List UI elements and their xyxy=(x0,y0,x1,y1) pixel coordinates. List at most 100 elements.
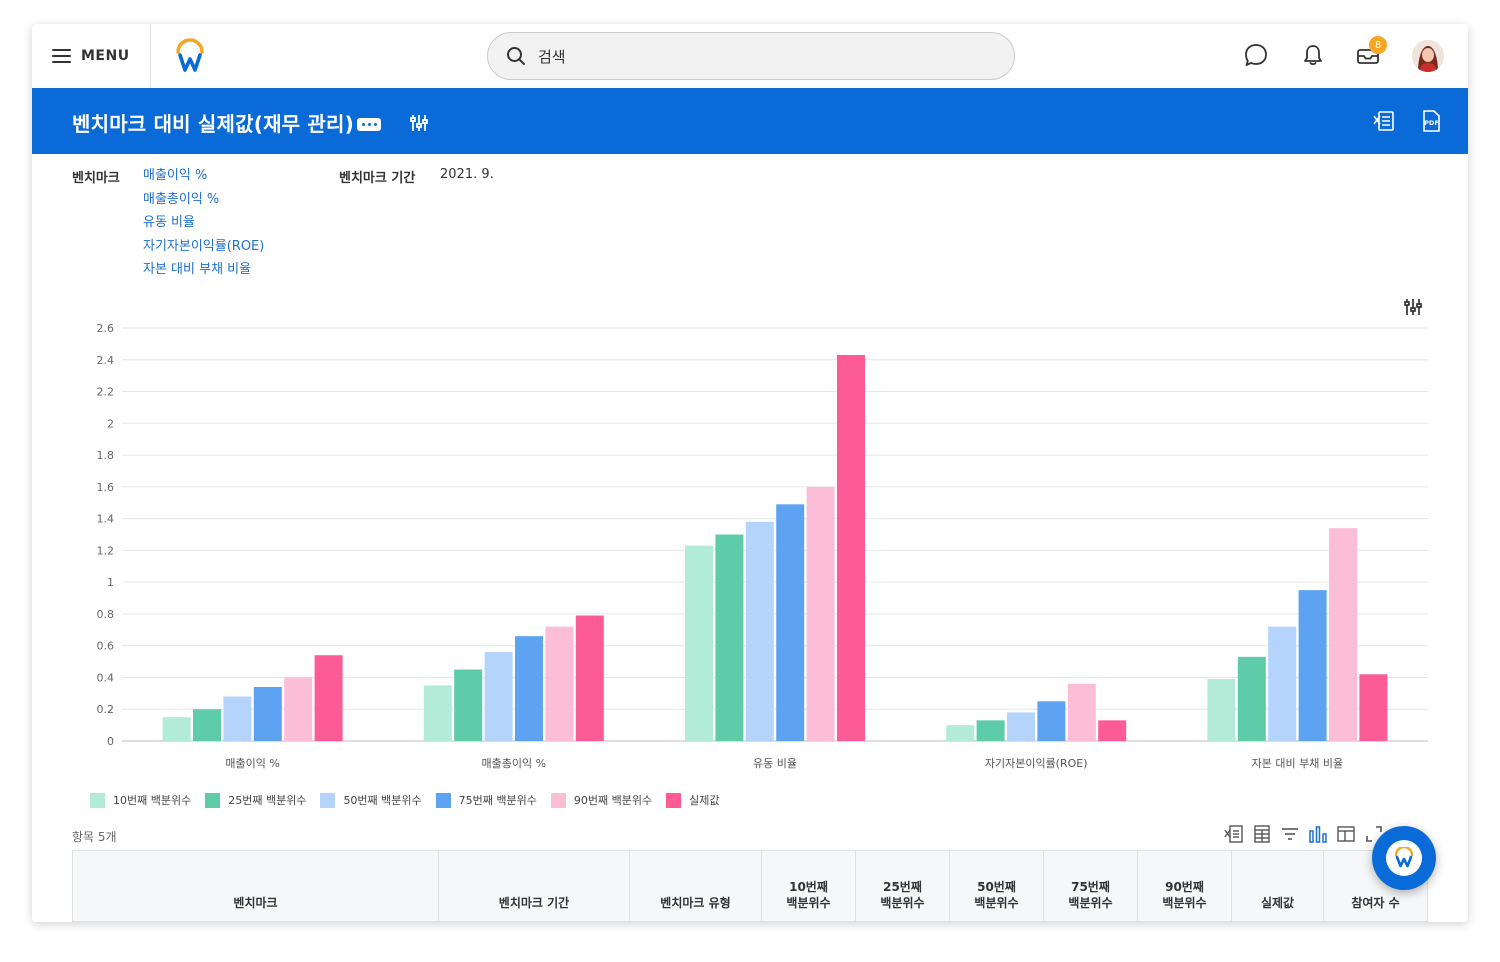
legend-item[interactable]: 90번째 백분위수 xyxy=(550,792,653,808)
chart-legend: 10번째 백분위수 25번째 백분위수 50번째 백분위수 75번째 백분위수 … xyxy=(90,792,719,808)
y-tick-label: 0.6 xyxy=(97,640,115,653)
legend-swatch xyxy=(205,792,221,808)
filter-settings-icon[interactable] xyxy=(408,112,430,134)
related-actions-button[interactable] xyxy=(357,118,381,131)
inbox-badge: 8 xyxy=(1369,36,1387,54)
page-header: 벤치마크 대비 실제값(재무 관리) PDF xyxy=(32,88,1468,154)
bar xyxy=(685,545,713,741)
assistant-button[interactable] xyxy=(1372,826,1436,890)
legend-swatch xyxy=(666,792,682,808)
workday-logo[interactable] xyxy=(174,38,206,72)
y-tick-label: 2 xyxy=(107,417,114,430)
column-header[interactable]: 벤치마크 기간 xyxy=(439,851,630,921)
table-toolbar xyxy=(1224,824,1384,844)
y-tick-label: 1.4 xyxy=(97,513,115,526)
bar xyxy=(454,669,483,741)
bar xyxy=(806,486,835,741)
export-pdf-icon[interactable]: PDF xyxy=(1421,109,1441,133)
y-tick-label: 0.4 xyxy=(97,671,115,684)
bar xyxy=(1268,626,1297,741)
chart-view-icon[interactable] xyxy=(1308,824,1328,844)
column-header[interactable]: 75번째 백분위수 xyxy=(1044,851,1138,921)
bar xyxy=(946,725,975,741)
bar xyxy=(776,504,805,741)
column-header[interactable]: 25번째 백분위수 xyxy=(856,851,950,921)
y-tick-label: 0.2 xyxy=(97,703,115,716)
bar xyxy=(1067,683,1096,741)
legend-item[interactable]: 실제값 xyxy=(666,792,719,808)
bar xyxy=(1237,656,1266,741)
hamburger-icon xyxy=(52,49,71,63)
legend-label: 50번째 백분위수 xyxy=(343,794,422,807)
menu-button[interactable]: MENU xyxy=(52,44,130,68)
legend-item[interactable]: 75번째 백분위수 xyxy=(435,792,537,808)
benchmark-link[interactable]: 자본 대비 부채 비율 xyxy=(143,261,264,285)
bar xyxy=(837,355,865,741)
column-header[interactable]: 90번째 백분위수 xyxy=(1138,851,1232,921)
avatar[interactable] xyxy=(1412,40,1444,72)
x-tick-label: 매출총이익 % xyxy=(482,757,547,770)
bar xyxy=(1329,528,1357,741)
y-tick-label: 1.6 xyxy=(97,481,115,494)
svg-text:PDF: PDF xyxy=(1424,119,1439,127)
bar xyxy=(575,615,604,741)
legend-item[interactable]: 25번째 백분위수 xyxy=(205,792,306,808)
x-tick-label: 유동 비율 xyxy=(753,757,797,770)
bar xyxy=(1037,701,1066,741)
chart-bars xyxy=(162,355,1388,741)
bar xyxy=(253,686,282,741)
page-title: 벤치마크 대비 실제값(재무 관리) xyxy=(72,112,354,136)
column-header[interactable]: 벤치마크 유형 xyxy=(630,851,762,921)
bar-chart: 0 0.2 0.4 0.6 0.8 1 1.2 1.4 1.6 1.8 2 2.2 2.4 2.6 매출이… xyxy=(97,322,1428,770)
legend-item[interactable]: 50번째 백분위수 xyxy=(320,792,422,808)
legend-label: 90번째 백분위수 xyxy=(573,794,653,807)
legend-label: 10번째 백분위수 xyxy=(113,794,192,807)
chat-icon[interactable] xyxy=(1243,42,1269,68)
y-tick-label: 0 xyxy=(107,735,114,748)
legend-label: 25번째 백분위수 xyxy=(228,794,307,807)
benchmark-link[interactable]: 매출이익 % xyxy=(143,167,264,191)
bar xyxy=(515,636,543,741)
x-tick-label: 매출이익 % xyxy=(225,757,279,770)
bar xyxy=(745,521,774,741)
x-tick-label: 자본 대비 부채 비율 xyxy=(1252,757,1343,770)
app-window: MENU 검색 8 벤치마크 대비 실제값(재무 관리) PDF 벤치마크 매출… xyxy=(32,24,1468,922)
bar xyxy=(223,696,252,741)
benchmark-link[interactable]: 자기자본이익률(ROE) xyxy=(143,238,264,262)
y-tick-label: 1.2 xyxy=(97,544,115,557)
benchmark-link[interactable]: 유동 비율 xyxy=(143,214,264,238)
column-layout-icon[interactable] xyxy=(1336,824,1356,844)
bar xyxy=(193,709,221,741)
filter-icon[interactable] xyxy=(1280,824,1300,844)
chart-settings-icon[interactable] xyxy=(1402,296,1424,318)
bar xyxy=(423,685,452,741)
benchmark-link[interactable]: 매출총이익 % xyxy=(143,191,264,215)
y-tick-label: 2.6 xyxy=(97,322,115,335)
chart-x-labels: 매출이익 % 매출총이익 % 유동 비율 자기자본이익률(ROE) 자본 대비 부채 비… xyxy=(225,757,1343,770)
legend-swatch xyxy=(550,792,566,808)
legend-label: 75번째 백분위수 xyxy=(458,794,537,807)
bar xyxy=(715,534,744,741)
table-view-icon[interactable] xyxy=(1252,824,1272,844)
search-placeholder: 검색 xyxy=(538,47,566,66)
bell-icon[interactable] xyxy=(1301,42,1325,68)
y-tick-label: 1 xyxy=(107,576,114,589)
export-excel-icon[interactable] xyxy=(1373,109,1395,133)
legend-item[interactable]: 10번째 백분위수 xyxy=(90,792,191,808)
bar xyxy=(976,720,1005,741)
column-header[interactable]: 50번째 백분위수 xyxy=(950,851,1044,921)
search-bar[interactable]: 검색 xyxy=(487,32,1015,80)
benchmark-list: 매출이익 % 매출총이익 % 유동 비율 자기자본이익률(ROE) 자본 대비 … xyxy=(143,167,264,285)
item-count: 항목 5개 xyxy=(72,830,117,844)
assistant-logo-icon xyxy=(1386,840,1422,876)
column-header[interactable]: 벤치마크 xyxy=(73,851,439,921)
top-nav: MENU 검색 8 xyxy=(32,24,1468,88)
legend-swatch xyxy=(435,792,451,808)
menu-label: MENU xyxy=(81,48,130,64)
column-header[interactable]: 실제값 xyxy=(1232,851,1324,921)
y-tick-label: 0.8 xyxy=(97,608,115,621)
bar xyxy=(545,626,574,741)
column-header[interactable]: 10번째 백분위수 xyxy=(762,851,856,921)
bar xyxy=(1359,674,1388,741)
export-excel-icon[interactable] xyxy=(1224,824,1244,844)
